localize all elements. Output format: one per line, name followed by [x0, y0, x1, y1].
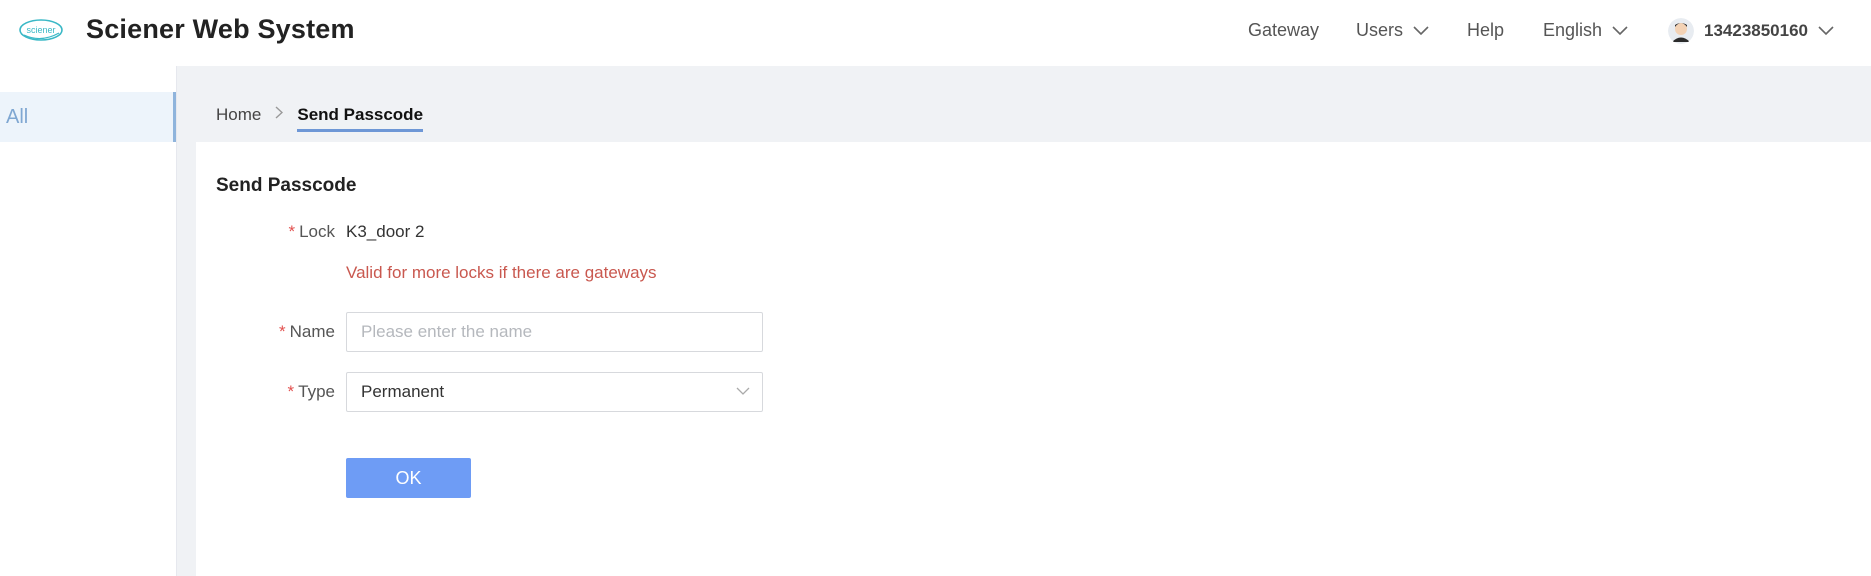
sidebar-item-label: All: [6, 106, 29, 128]
type-label: * Type: [195, 382, 335, 402]
chevron-down-icon: [1818, 26, 1834, 36]
ok-button[interactable]: OK: [346, 458, 471, 498]
chevron-down-icon: [1413, 25, 1429, 35]
sidebar-item-all[interactable]: All: [0, 92, 176, 142]
breadcrumb-current[interactable]: Send Passcode: [297, 105, 424, 132]
chevron-right-icon: [275, 106, 284, 124]
required-mark: *: [288, 222, 296, 241]
lock-label: * Lock: [195, 222, 335, 242]
top-header: sciener Sciener Web System Gateway Users…: [0, 0, 1871, 66]
type-select[interactable]: Permanent: [346, 372, 763, 412]
nav-help[interactable]: Help: [1467, 20, 1504, 41]
nav-users-dropdown[interactable]: Users: [1356, 20, 1429, 41]
section-title: Send Passcode: [216, 175, 357, 196]
breadcrumb-home[interactable]: Home: [216, 105, 261, 125]
sciener-logo[interactable]: sciener: [18, 17, 64, 43]
language-label: English: [1543, 20, 1603, 40]
account-dropdown[interactable]: 13423850160: [1668, 18, 1834, 44]
app-title: Sciener Web System: [86, 14, 355, 44]
logo-text: sciener: [26, 25, 55, 35]
chevron-down-icon: [736, 387, 750, 395]
name-input[interactable]: [346, 312, 763, 352]
required-mark: *: [279, 322, 286, 341]
name-label: * Name: [195, 322, 335, 342]
nav-gateway-label: Gateway: [1248, 20, 1320, 40]
breadcrumb: Home Send Passcode: [216, 100, 424, 132]
account-name: 13423850160: [1704, 21, 1809, 40]
type-label-text: Type: [298, 382, 335, 401]
type-select-value: Permanent: [361, 382, 445, 401]
language-dropdown[interactable]: English: [1543, 20, 1628, 41]
nav-gateway[interactable]: Gateway: [1248, 20, 1319, 41]
chevron-down-icon: [1612, 25, 1628, 35]
lock-value: K3_door 2: [346, 222, 425, 241]
content-panel: [196, 142, 1871, 576]
sidebar: All: [0, 66, 177, 576]
lock-hint: Valid for more locks if there are gatewa…: [346, 263, 657, 282]
nav-help-label: Help: [1467, 20, 1505, 40]
lock-label-text: Lock: [299, 222, 335, 241]
name-label-text: Name: [289, 322, 335, 341]
required-mark: *: [287, 382, 295, 401]
avatar: [1668, 18, 1694, 44]
nav-users-label: Users: [1356, 20, 1404, 40]
